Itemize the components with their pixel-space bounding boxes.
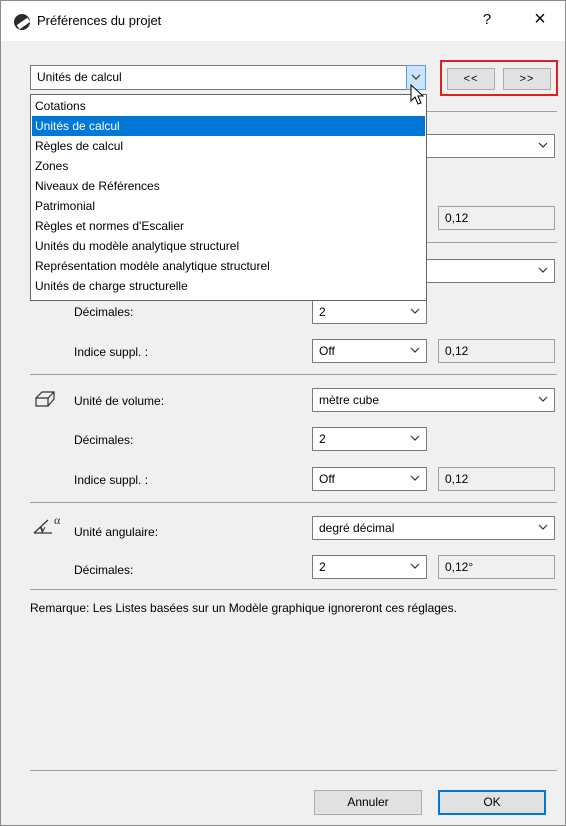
surface-decimals-select[interactable]: 2 [312,300,427,324]
category-select-value: Unités de calcul [37,70,122,84]
volume-icon [33,389,57,412]
category-dropdown-list[interactable]: Cotations Unités de calcul Règles de cal… [30,94,427,301]
surface-extra-label: Indice suppl. : [74,345,149,359]
divider-bottom [30,770,557,771]
volume-unit-label: Unité de volume: [74,394,165,408]
volume-decimals-select[interactable]: 2 [312,427,427,451]
project-preferences-dialog: Préférences du projet ? × Unités de calc… [0,0,566,826]
chevron-down-icon [408,559,422,573]
chevron-down-icon [408,304,422,318]
volume-preview: 0,12 [438,467,555,491]
svg-text:α: α [54,514,61,527]
surface-extra-select[interactable]: Off [312,339,427,363]
chevron-down-icon [536,138,550,152]
dropdown-option-niveaux-de-references[interactable]: Niveaux de Références [32,176,425,196]
angle-unit-label: Unité angulaire: [74,525,159,539]
help-button[interactable]: ? [477,11,497,28]
dropdown-option-representation-modele-analytique[interactable]: Représentation modèle analytique structu… [32,256,425,276]
dropdown-option-unites-modele-analytique[interactable]: Unités du modèle analytique structurel [32,236,425,256]
dropdown-option-regles-de-calcul[interactable]: Règles de calcul [32,136,425,156]
dropdown-option-zones[interactable]: Zones [32,156,425,176]
surface-preview: 0,12 [438,339,555,363]
volume-extra-select[interactable]: Off [312,467,427,491]
previous-page-button[interactable]: << [447,68,495,90]
dropdown-option-patrimonial[interactable]: Patrimonial [32,196,425,216]
chevron-down-icon [536,392,550,406]
cancel-button[interactable]: Annuler [314,790,422,815]
divider-surface [30,374,557,375]
mouse-cursor-icon [410,83,426,109]
title-bar: Préférences du projet ? × [1,1,565,41]
angle-unit-select[interactable]: degré décimal [312,516,555,540]
angle-preview: 0,12° [438,555,555,579]
category-select[interactable]: Unités de calcul [30,65,426,90]
angle-decimals-select[interactable]: 2 [312,555,427,579]
dropdown-option-unites-de-calcul[interactable]: Unités de calcul [32,116,425,136]
volume-unit-select[interactable]: mètre cube [312,388,555,412]
surface-decimals-label: Décimales: [74,305,134,319]
length-preview: 0,12 [438,206,555,230]
volume-decimals-label: Décimales: [74,433,134,447]
ok-button[interactable]: OK [438,790,546,815]
dropdown-option-unites-charge-structurelle[interactable]: Unités de charge structurelle [32,276,425,296]
navigation-button-group: << >> [440,60,558,96]
archicad-app-icon [14,14,30,30]
close-button[interactable]: × [529,8,551,31]
dialog-title: Préférences du projet [37,13,162,28]
chevron-down-icon [536,520,550,534]
angle-decimals-label: Décimales: [74,563,134,577]
divider-volume [30,502,557,503]
dropdown-option-cotations[interactable]: Cotations [32,96,425,116]
chevron-down-icon [408,431,422,445]
chevron-down-icon [408,343,422,357]
chevron-down-icon [536,263,550,277]
volume-extra-label: Indice suppl. : [74,473,149,487]
chevron-down-icon [408,471,422,485]
remark-note: Remarque: Les Listes basées sur un Modèl… [30,601,457,615]
divider-angle [30,589,557,590]
angle-icon: α [32,513,68,539]
next-page-button[interactable]: >> [503,68,551,90]
dropdown-option-regles-escalier[interactable]: Règles et normes d'Escalier [32,216,425,236]
